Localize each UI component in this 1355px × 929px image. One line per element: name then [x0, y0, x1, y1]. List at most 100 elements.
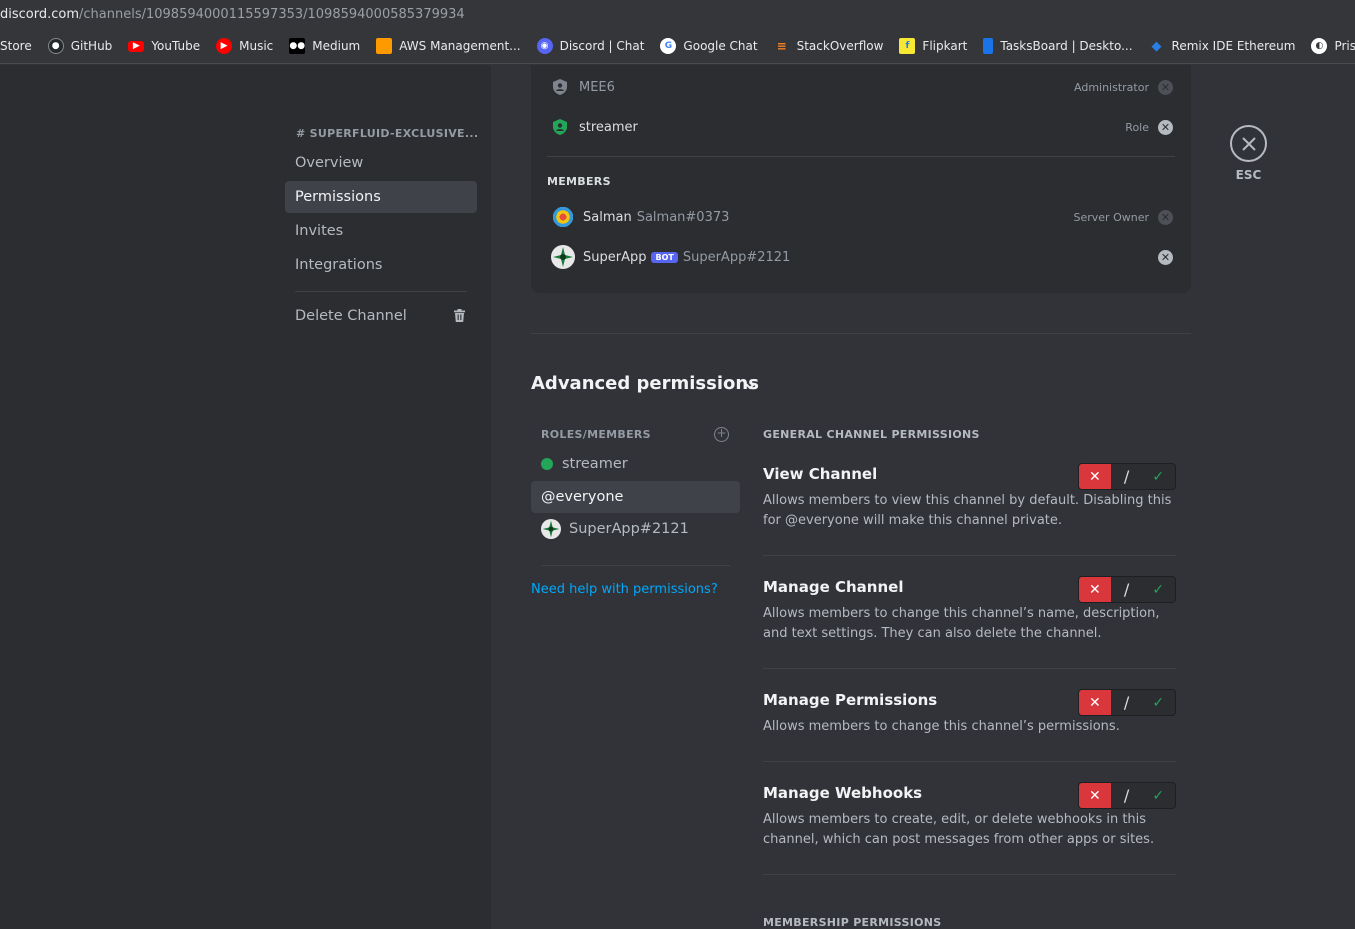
- trash-icon: [454, 309, 465, 322]
- bookmark-label: Store: [0, 39, 32, 53]
- close-button[interactable]: [1230, 125, 1267, 162]
- bookmark-medium[interactable]: ●● Medium: [289, 38, 360, 54]
- remove-role-icon[interactable]: ✕: [1158, 119, 1173, 135]
- youtube-icon: ▶: [128, 40, 145, 52]
- bookmark-tasksboard[interactable]: TasksBoard | Deskto...: [983, 38, 1133, 54]
- member-row-salman: Salman Salman#0373 Server Owner ✕: [551, 200, 1173, 234]
- bookmark-stackoverflow[interactable]: ≡ StackOverflow: [774, 38, 884, 54]
- role-list-item-superapp[interactable]: SuperApp#2121: [531, 513, 740, 545]
- allow-check-icon[interactable]: ✓: [1142, 783, 1174, 808]
- allow-check-icon[interactable]: ✓: [1142, 577, 1174, 602]
- member-tag: SuperApp#2121: [682, 249, 791, 265]
- remove-icon: ✕: [1158, 79, 1173, 95]
- medium-icon: ●●: [289, 38, 306, 54]
- delete-channel-button[interactable]: Delete Channel: [285, 300, 477, 332]
- bookmark-prisma[interactable]: ◐ Prisma ERD: [1311, 38, 1355, 54]
- bookmark-music[interactable]: ▶ Music: [216, 38, 273, 54]
- help-permissions-link[interactable]: Need help with permissions?: [531, 582, 718, 597]
- deny-icon[interactable]: ✕: [1079, 690, 1111, 715]
- bookmark-discord[interactable]: ◉ Discord | Chat: [536, 38, 645, 54]
- sidebar-item-invites[interactable]: Invites: [285, 215, 477, 247]
- advanced-permissions-title[interactable]: Advanced permissions: [531, 373, 759, 394]
- bookmark-label: Prisma ERD: [1334, 39, 1355, 53]
- role-color-dot: [541, 458, 553, 470]
- bookmark-google-chat[interactable]: G Google Chat: [660, 38, 758, 54]
- permission-divider: [763, 761, 1176, 762]
- role-type: Administrator: [1074, 80, 1149, 94]
- bookmark-aws[interactable]: AWS Management...: [376, 38, 521, 54]
- sidebar-item-overview[interactable]: Overview: [285, 147, 477, 179]
- delete-channel-label: Delete Channel: [295, 308, 407, 324]
- member-name: SuperApp: [583, 249, 647, 265]
- allow-check-icon[interactable]: ✓: [1142, 464, 1174, 489]
- remove-member-icon[interactable]: ✕: [1158, 249, 1173, 265]
- role-list-item-everyone[interactable]: @everyone: [531, 481, 740, 513]
- neutral-icon[interactable]: /: [1111, 577, 1143, 602]
- permission-description: Allows members to change this channel’s …: [763, 606, 1160, 641]
- permission-toggle: ✕ / ✓: [1078, 576, 1176, 603]
- sidebar-item-permissions[interactable]: Permissions: [285, 181, 477, 213]
- bot-badge: BOT: [651, 251, 678, 263]
- permission-overrides-card: MEE6 Administrator ✕ streamer Role ✕ MEMBE…: [531, 65, 1191, 293]
- role-label: @everyone: [541, 489, 624, 505]
- permission-toggle: ✕ / ✓: [1078, 782, 1176, 809]
- bookmark-flipkart[interactable]: f Flipkart: [899, 38, 967, 54]
- role-row-streamer: streamer Role ✕: [551, 110, 1173, 144]
- settings-sidebar: # SUPERFLUID-EXCLUSIVE... Overview Permi…: [0, 65, 491, 929]
- close-icon: [1241, 136, 1256, 151]
- membership-permissions-header: MEMBERSHIP PERMISSIONS: [763, 916, 942, 929]
- section-divider: [531, 333, 1191, 334]
- bookmark-label: AWS Management...: [399, 39, 521, 53]
- stackoverflow-icon: ≡: [776, 39, 787, 53]
- bookmark-github[interactable]: ● GitHub: [47, 38, 113, 54]
- bookmark-store[interactable]: Store: [0, 39, 32, 53]
- tasksboard-icon: [983, 38, 994, 54]
- role-name: MEE6: [579, 79, 615, 95]
- neutral-icon[interactable]: /: [1111, 464, 1143, 489]
- youtube-music-icon: ▶: [216, 38, 233, 54]
- chevron-down-icon[interactable]: [744, 380, 756, 392]
- neutral-icon[interactable]: /: [1111, 783, 1143, 808]
- role-shield-icon: [553, 119, 567, 135]
- add-role-icon[interactable]: +: [714, 427, 729, 442]
- avatar: [551, 245, 575, 269]
- member-status: Server Owner: [1073, 210, 1150, 224]
- neutral-icon[interactable]: /: [1111, 690, 1143, 715]
- role-list-item-streamer[interactable]: streamer: [531, 448, 740, 480]
- url-path: /channels/1098594000115597353/1098594000…: [79, 7, 465, 22]
- bookmark-remix[interactable]: ◆ Remix IDE Ethereum: [1149, 38, 1296, 54]
- bookmarks-bar: Store ● GitHub ▶ YouTube ▶ Music ●● Medium A…: [0, 29, 1355, 64]
- aws-icon: [376, 38, 393, 54]
- bookmark-label: Music: [239, 39, 274, 53]
- role-label: streamer: [562, 456, 628, 472]
- discord-icon: ◉: [536, 38, 553, 54]
- github-icon: ●: [47, 38, 64, 54]
- card-divider: [547, 156, 1175, 157]
- deny-icon[interactable]: ✕: [1079, 577, 1111, 602]
- bookmark-youtube[interactable]: ▶ YouTube: [128, 39, 200, 53]
- remove-icon: ✕: [1158, 209, 1173, 225]
- sidebar-item-integrations[interactable]: Integrations: [285, 249, 477, 281]
- bookmark-label: GitHub: [70, 39, 113, 53]
- bookmark-label: Remix IDE Ethereum: [1171, 39, 1296, 53]
- bookmark-label: Google Chat: [683, 39, 758, 53]
- avatar: [541, 519, 561, 539]
- bookmark-label: StackOverflow: [796, 39, 884, 53]
- permission-description: Allows members to create, edit, or delet…: [763, 812, 1155, 847]
- permission-description: Allows members to change this channel’s …: [763, 719, 1120, 734]
- role-type: Role: [1125, 120, 1149, 134]
- member-tag: Salman#0373: [636, 209, 730, 225]
- deny-icon[interactable]: ✕: [1079, 783, 1111, 808]
- address-bar[interactable]: discord.com/channels/1098594000115597353…: [0, 0, 1355, 29]
- member-name: Salman: [583, 209, 632, 225]
- permission-divider: [763, 555, 1176, 556]
- deny-icon[interactable]: ✕: [1079, 464, 1111, 489]
- flipkart-icon: f: [899, 38, 916, 54]
- bookmark-label: Flipkart: [922, 39, 968, 53]
- allow-check-icon[interactable]: ✓: [1142, 690, 1174, 715]
- esc-label: ESC: [1235, 168, 1262, 182]
- bookmark-label: Discord | Chat: [559, 39, 645, 53]
- google-icon: G: [660, 38, 677, 54]
- role-row-mee6: MEE6 Administrator ✕: [551, 70, 1173, 104]
- avatar: [551, 205, 575, 229]
